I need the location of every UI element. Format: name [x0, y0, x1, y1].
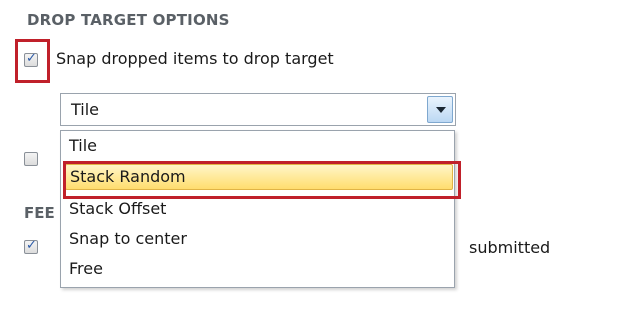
chevron-down-icon	[436, 107, 446, 113]
layout-options-list[interactable]: Tile Stack Random Stack Offset Snap to c…	[60, 130, 455, 288]
annotation-highlight-option	[63, 161, 461, 199]
feedback-option-checkbox[interactable]: ✓	[24, 238, 38, 254]
snap-to-target-checkbox[interactable]: ✓	[24, 51, 38, 67]
checkmark-icon: ✓	[26, 51, 37, 66]
section-title-drop-target-options: DROP TARGET OPTIONS	[27, 11, 230, 29]
second-option-checkbox[interactable]	[24, 152, 38, 166]
layout-select-value: Tile	[71, 100, 100, 119]
feedback-section-title-partial: FEE	[24, 204, 55, 222]
snap-to-target-label: Snap dropped items to drop target	[56, 49, 334, 68]
option-stack-offset[interactable]: Stack Offset	[69, 199, 166, 218]
option-snap-to-center[interactable]: Snap to center	[69, 229, 187, 248]
checkmark-icon: ✓	[26, 238, 37, 253]
dropdown-arrow-button[interactable]	[427, 96, 453, 123]
option-tile[interactable]: Tile	[69, 136, 97, 155]
option-free[interactable]: Free	[69, 259, 103, 278]
feedback-option-label-tail: submitted	[469, 238, 551, 257]
layout-select[interactable]: Tile	[60, 93, 456, 126]
